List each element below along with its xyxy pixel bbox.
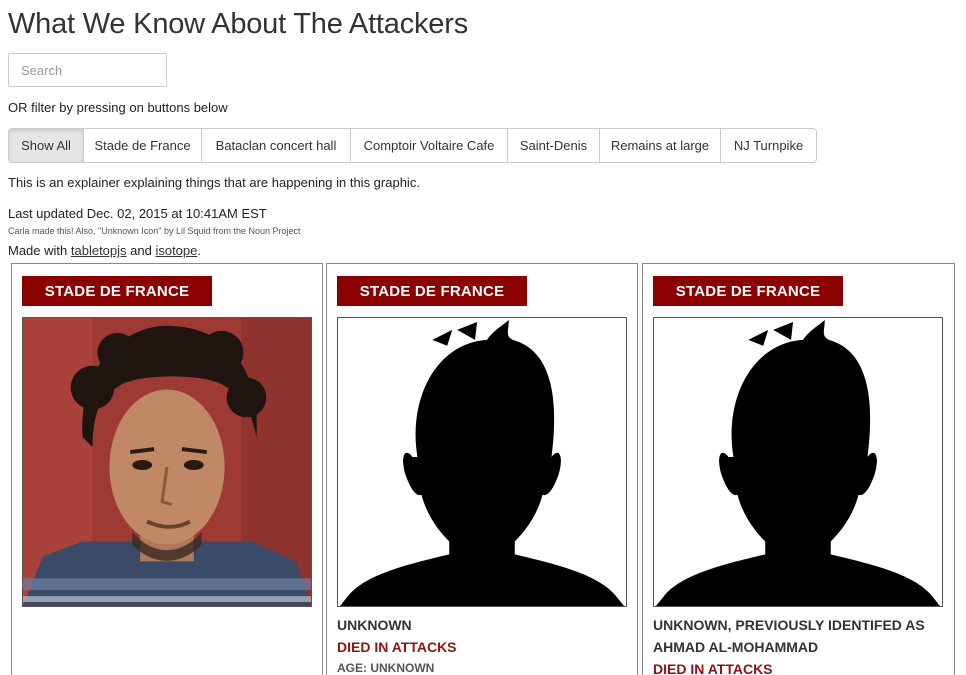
- last-updated-text: Last updated Dec. 02, 2015 at 10:41AM ES…: [8, 206, 267, 221]
- made-with-middle: and: [126, 243, 156, 258]
- made-with-text: Made with tabletopjs and isotope.: [8, 243, 201, 258]
- made-with-suffix: .: [197, 243, 201, 258]
- filter-nj-turnpike-button[interactable]: NJ Turnpike: [720, 128, 817, 163]
- explainer-text: This is an explainer explaining things t…: [8, 175, 420, 190]
- unknown-silhouette-icon: [337, 317, 627, 607]
- page-title: What We Know About The Attackers: [8, 8, 468, 40]
- credits-text: Carla made this! Also, "Unknown Icon" by…: [8, 226, 301, 236]
- attacker-status: Died in attacks: [653, 661, 773, 675]
- location-tag: STADE DE FRANCE: [337, 276, 527, 306]
- filter-remains-at-large-button[interactable]: Remains at large: [599, 128, 721, 163]
- attacker-age: Age: Unknown: [337, 658, 627, 675]
- age-label: Age:: [337, 661, 367, 675]
- attacker-name: UNKNOWN: [337, 617, 412, 633]
- search-input[interactable]: [8, 53, 167, 87]
- attacker-name-block: UNKNOWN, PREVIOUSLY IDENTIFED AS AHMAD A…: [653, 614, 943, 675]
- filter-button-group: Show All Stade de France Bataclan concer…: [8, 128, 817, 163]
- attacker-card[interactable]: STADE DE FRANCE: [11, 263, 323, 675]
- age-value: Unknown: [370, 661, 435, 675]
- location-tag: STADE DE FRANCE: [653, 276, 843, 306]
- attacker-card[interactable]: STADE DE FRANCE UNKNOWN, PREVIOUSLY IDEN…: [642, 263, 955, 675]
- location-tag: STADE DE FRANCE: [22, 276, 212, 306]
- attacker-card[interactable]: STADE DE FRANCE UNKNOWN Died in attacks …: [326, 263, 638, 675]
- portrait-photo: [22, 317, 312, 607]
- filter-comptoir-voltaire-button[interactable]: Comptoir Voltaire Cafe: [350, 128, 508, 163]
- tabletopjs-link[interactable]: tabletopjs: [71, 243, 127, 258]
- page: What We Know About The Attackers OR filt…: [0, 0, 966, 675]
- filter-saint-denis-button[interactable]: Saint-Denis: [507, 128, 600, 163]
- attacker-name-block: UNKNOWN Died in attacks Age: Unknown: [337, 614, 627, 675]
- filter-bataclan-button[interactable]: Bataclan concert hall: [201, 128, 351, 163]
- filter-hint: OR filter by pressing on buttons below: [8, 100, 228, 115]
- attacker-name: UNKNOWN, PREVIOUSLY IDENTIFED AS AHMAD A…: [653, 617, 925, 655]
- filter-stade-de-france-button[interactable]: Stade de France: [83, 128, 202, 163]
- made-with-prefix: Made with: [8, 243, 71, 258]
- filter-show-all-button[interactable]: Show All: [8, 128, 84, 163]
- attacker-status: Died in attacks: [337, 639, 457, 655]
- unknown-silhouette-icon: [653, 317, 943, 607]
- isotope-link[interactable]: isotope: [155, 243, 197, 258]
